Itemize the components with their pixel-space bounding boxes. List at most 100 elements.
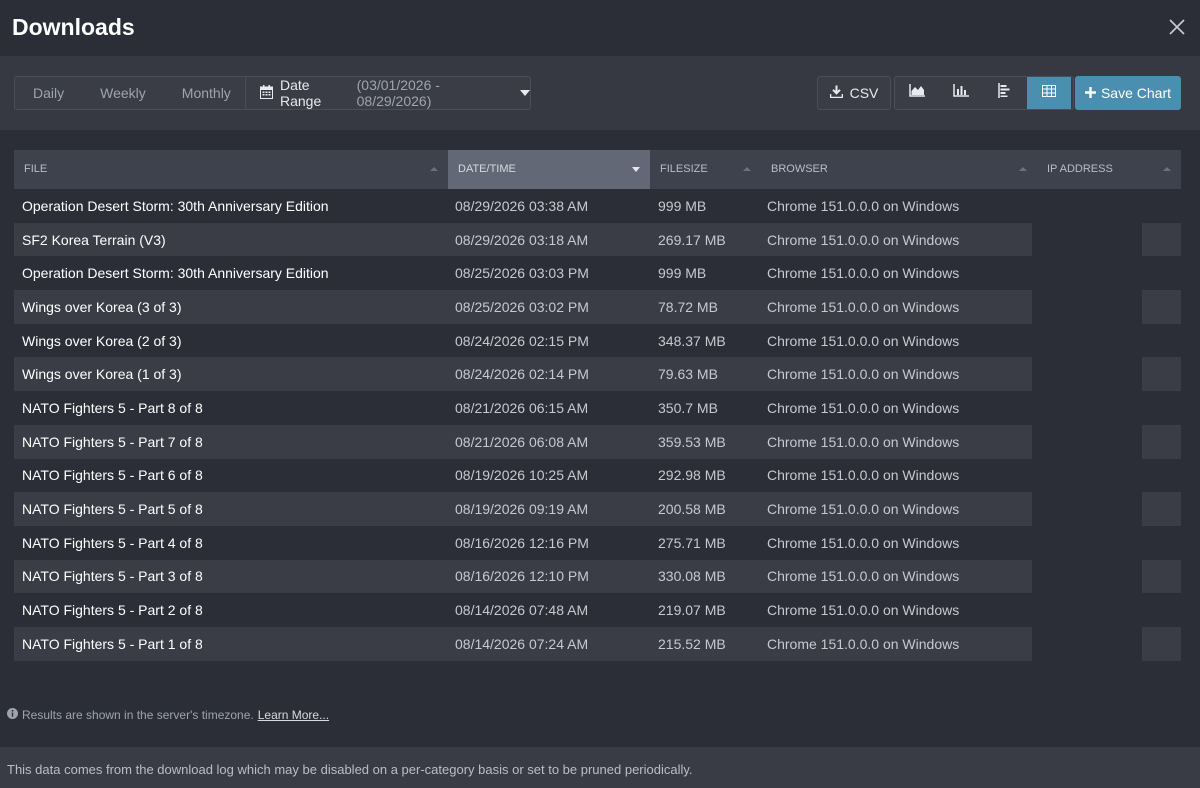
filesize-cell: 348.37 MB: [658, 332, 726, 349]
browser-cell: Chrome 151.0.0.0 on Windows: [767, 433, 960, 450]
column-header-label: FILESIZE: [660, 163, 708, 175]
view-horizontal-bar-button[interactable]: [983, 77, 1027, 109]
table-header: FILE DATE/TIME FILESIZE BROWSER IP ADDRE…: [14, 150, 1181, 189]
save-chart-button[interactable]: Save Chart: [1075, 76, 1181, 110]
date-range-value: (03/01/2026 - 08/29/2026): [356, 77, 440, 109]
row-extra-cell: [1142, 357, 1181, 392]
calendar-icon: [260, 84, 273, 102]
browser-cell: Chrome 151.0.0.0 on Windows: [767, 635, 960, 652]
row-extra-cell: [1142, 492, 1181, 526]
row-extra-cell: [1142, 525, 1181, 560]
file-cell: Wings over Korea (1 of 3): [22, 366, 182, 383]
row-extra-cell: [1142, 256, 1181, 291]
area-chart-icon: [909, 84, 925, 102]
filesize-cell: 269.17 MB: [658, 231, 726, 248]
learn-more-link[interactable]: Learn More...: [258, 708, 329, 722]
ip-address-cell: [1032, 222, 1142, 257]
table-row[interactable]: Wings over Korea (3 of 3) 08/25/2026 03:0…: [14, 290, 1181, 324]
ip-address-cell: [1032, 256, 1142, 291]
browser-cell: Chrome 151.0.0.0 on Windows: [767, 501, 960, 518]
ip-address-cell: [1032, 357, 1142, 392]
browser-cell: Chrome 151.0.0.0 on Windows: [767, 568, 960, 585]
sort-icon: [743, 167, 751, 171]
datetime-cell: 08/21/2026 06:08 AM: [455, 433, 589, 450]
sort-icon: [1163, 167, 1171, 171]
file-cell: Wings over Korea (2 of 3): [22, 332, 182, 349]
ip-address-cell: [1032, 626, 1142, 661]
column-header-filesize[interactable]: FILESIZE: [650, 150, 761, 189]
ip-address-cell: [1032, 290, 1142, 324]
table-row[interactable]: Operation Desert Storm: 30th Anniversary…: [14, 256, 1181, 291]
datetime-cell: 08/16/2026 12:16 PM: [455, 534, 589, 551]
datetime-cell: 08/14/2026 07:24 AM: [455, 635, 589, 652]
table-row[interactable]: NATO Fighters 5 - Part 6 of 8 08/19/2026 …: [14, 458, 1181, 493]
row-extra-cell: [1142, 424, 1181, 459]
ip-address-cell: [1032, 559, 1142, 594]
ip-address-cell: [1032, 492, 1142, 526]
file-cell: NATO Fighters 5 - Part 4 of 8: [22, 534, 203, 551]
column-header-browser[interactable]: BROWSER: [761, 150, 1037, 189]
view-area-chart-button[interactable]: [895, 77, 939, 109]
ip-address-cell: [1032, 525, 1142, 560]
table-row[interactable]: NATO Fighters 5 - Part 3 of 8 08/16/2026 …: [14, 559, 1181, 594]
ip-address-cell: [1032, 458, 1142, 493]
sort-icon: [430, 167, 438, 171]
view-bar-chart-button[interactable]: [939, 77, 983, 109]
column-header-label: BROWSER: [771, 163, 828, 175]
info-icon: [7, 708, 18, 722]
table-icon: [1042, 84, 1056, 102]
row-extra-cell: [1142, 626, 1181, 661]
filesize-cell: 219.07 MB: [658, 602, 726, 619]
filesize-cell: 350.7 MB: [658, 399, 718, 416]
toolbar: Daily Weekly Monthly Date Range (03/01/2…: [0, 56, 1200, 130]
file-cell: NATO Fighters 5 - Part 7 of 8: [22, 433, 203, 450]
period-monthly-button[interactable]: Monthly: [164, 77, 249, 109]
table-row[interactable]: NATO Fighters 5 - Part 8 of 8 08/21/2026 …: [14, 391, 1181, 425]
browser-cell: Chrome 151.0.0.0 on Windows: [767, 467, 960, 484]
timezone-note: Results are shown in the server's timezo…: [7, 708, 329, 722]
table-row[interactable]: NATO Fighters 5 - Part 4 of 8 08/16/2026 …: [14, 525, 1181, 560]
filesize-cell: 275.71 MB: [658, 534, 726, 551]
table-row[interactable]: Wings over Korea (1 of 3) 08/24/2026 02:1…: [14, 357, 1181, 392]
table-row[interactable]: SF2 Korea Terrain (V3) 08/29/2026 03:18 A…: [14, 222, 1181, 257]
table-row[interactable]: NATO Fighters 5 - Part 1 of 8 08/14/2026 …: [14, 626, 1181, 661]
period-daily-button[interactable]: Daily: [15, 77, 82, 109]
view-table-button[interactable]: [1027, 77, 1071, 109]
table-row[interactable]: NATO Fighters 5 - Part 5 of 8 08/19/2026 …: [14, 492, 1181, 526]
date-range-button[interactable]: Date Range (03/01/2026 - 08/29/2026): [245, 76, 531, 110]
filesize-cell: 999 MB: [658, 265, 707, 282]
row-extra-cell: [1142, 323, 1181, 358]
column-header-datetime[interactable]: DATE/TIME: [448, 150, 650, 189]
table-row[interactable]: Operation Desert Storm: 30th Anniversary…: [14, 189, 1181, 223]
file-cell: Operation Desert Storm: 30th Anniversary…: [22, 265, 329, 282]
datetime-cell: 08/21/2026 06:15 AM: [455, 399, 589, 416]
horizontal-bar-chart-icon: [998, 83, 1012, 103]
table-row[interactable]: Wings over Korea (2 of 3) 08/24/2026 02:1…: [14, 323, 1181, 358]
csv-export-button[interactable]: CSV: [817, 76, 891, 110]
browser-cell: Chrome 151.0.0.0 on Windows: [767, 231, 960, 248]
column-header-file[interactable]: FILE: [14, 150, 448, 189]
file-cell: NATO Fighters 5 - Part 3 of 8: [22, 568, 203, 585]
row-extra-cell: [1142, 189, 1181, 223]
browser-cell: Chrome 151.0.0.0 on Windows: [767, 399, 960, 416]
downloads-table: FILE DATE/TIME FILESIZE BROWSER IP ADDRE…: [14, 150, 1181, 661]
browser-cell: Chrome 151.0.0.0 on Windows: [767, 332, 960, 349]
table-row[interactable]: NATO Fighters 5 - Part 7 of 8 08/21/2026 …: [14, 424, 1181, 459]
period-weekly-button[interactable]: Weekly: [82, 77, 164, 109]
column-header-label: DATE/TIME: [458, 163, 516, 175]
ip-address-cell: [1032, 189, 1142, 223]
ip-address-cell: [1032, 424, 1142, 459]
period-selector: Daily Weekly Monthly: [14, 76, 250, 110]
column-header-ip-address[interactable]: IP ADDRESS: [1037, 150, 1181, 189]
footer-note: This data comes from the download log wh…: [0, 747, 1200, 788]
datetime-cell: 08/19/2026 09:19 AM: [455, 501, 589, 518]
plus-icon: [1084, 85, 1096, 101]
filesize-cell: 79.63 MB: [658, 366, 718, 383]
filesize-cell: 999 MB: [658, 197, 707, 214]
csv-label: CSV: [849, 85, 879, 101]
column-header-label: FILE: [24, 163, 48, 175]
table-row[interactable]: NATO Fighters 5 - Part 2 of 8 08/14/2026 …: [14, 593, 1181, 627]
filesize-cell: 215.52 MB: [658, 635, 726, 652]
browser-cell: Chrome 151.0.0.0 on Windows: [767, 534, 960, 551]
close-icon[interactable]: [1168, 18, 1186, 36]
